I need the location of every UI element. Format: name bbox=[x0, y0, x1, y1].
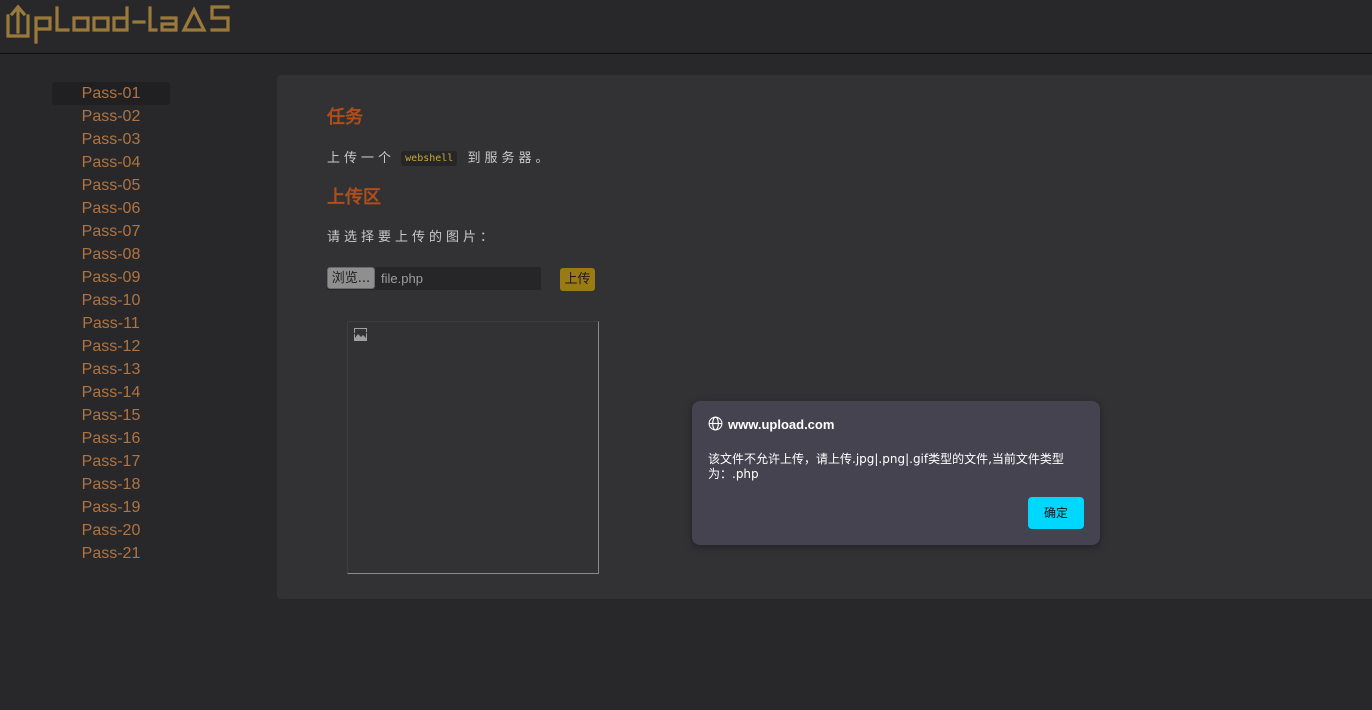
sidebar-item-pass-01[interactable]: Pass-01 bbox=[52, 82, 170, 105]
upload-heading: 上传区 bbox=[327, 187, 381, 208]
sidebar-item-pass-02[interactable]: Pass-02 bbox=[52, 105, 170, 128]
webshell-code: webshell bbox=[401, 151, 458, 166]
file-input[interactable]: 浏览... file.php bbox=[327, 267, 541, 290]
sidebar-item-pass-03[interactable]: Pass-03 bbox=[52, 128, 170, 151]
sidebar-item-pass-09[interactable]: Pass-09 bbox=[52, 266, 170, 289]
sidebar: Pass-01 Pass-02 Pass-03 Pass-04 Pass-05 … bbox=[52, 82, 170, 565]
sidebar-item-pass-19[interactable]: Pass-19 bbox=[52, 496, 170, 519]
sidebar-item-pass-20[interactable]: Pass-20 bbox=[52, 519, 170, 542]
broken-image-icon bbox=[354, 328, 367, 341]
sidebar-item-pass-07[interactable]: Pass-07 bbox=[52, 220, 170, 243]
dialog-ok-button[interactable]: 确定 bbox=[1028, 497, 1084, 529]
sidebar-item-pass-17[interactable]: Pass-17 bbox=[52, 450, 170, 473]
sidebar-item-pass-10[interactable]: Pass-10 bbox=[52, 289, 170, 312]
sidebar-item-pass-06[interactable]: Pass-06 bbox=[52, 197, 170, 220]
globe-icon bbox=[708, 416, 723, 431]
dialog-origin: www.upload.com bbox=[728, 417, 835, 432]
dialog-message: 该文件不允许上传，请上传.jpg|.png|.gif类型的文件,当前文件类型为：… bbox=[708, 452, 1064, 481]
alert-dialog: www.upload.com 该文件不允许上传，请上传.jpg|.png|.gi… bbox=[692, 401, 1100, 545]
upload-button[interactable]: 上传 bbox=[560, 268, 595, 291]
task-heading: 任务 bbox=[327, 107, 363, 128]
sidebar-item-pass-11[interactable]: Pass-11 bbox=[52, 312, 170, 335]
sidebar-item-pass-16[interactable]: Pass-16 bbox=[52, 427, 170, 450]
sidebar-item-pass-04[interactable]: Pass-04 bbox=[52, 151, 170, 174]
sidebar-item-pass-21[interactable]: Pass-21 bbox=[52, 542, 170, 565]
sidebar-item-pass-13[interactable]: Pass-13 bbox=[52, 358, 170, 381]
upload-labs-logo[interactable] bbox=[4, 2, 234, 44]
task-prefix: 上传一个 bbox=[327, 151, 396, 166]
sidebar-item-pass-08[interactable]: Pass-08 bbox=[52, 243, 170, 266]
selected-file-name: file.php bbox=[381, 271, 423, 286]
task-suffix: 到服务器。 bbox=[467, 151, 553, 166]
image-preview bbox=[347, 321, 599, 574]
browse-button[interactable]: 浏览... bbox=[327, 267, 375, 289]
sidebar-item-pass-05[interactable]: Pass-05 bbox=[52, 174, 170, 197]
upload-prompt: 请选择要上传的图片： bbox=[327, 230, 498, 245]
sidebar-item-pass-18[interactable]: Pass-18 bbox=[52, 473, 170, 496]
page: Pass-01 Pass-02 Pass-03 Pass-04 Pass-05 … bbox=[0, 0, 1372, 710]
task-description: 上传一个 webshell 到服务器。 bbox=[327, 147, 552, 166]
sidebar-item-pass-15[interactable]: Pass-15 bbox=[52, 404, 170, 427]
header bbox=[0, 0, 1372, 54]
sidebar-item-pass-14[interactable]: Pass-14 bbox=[52, 381, 170, 404]
sidebar-item-pass-12[interactable]: Pass-12 bbox=[52, 335, 170, 358]
